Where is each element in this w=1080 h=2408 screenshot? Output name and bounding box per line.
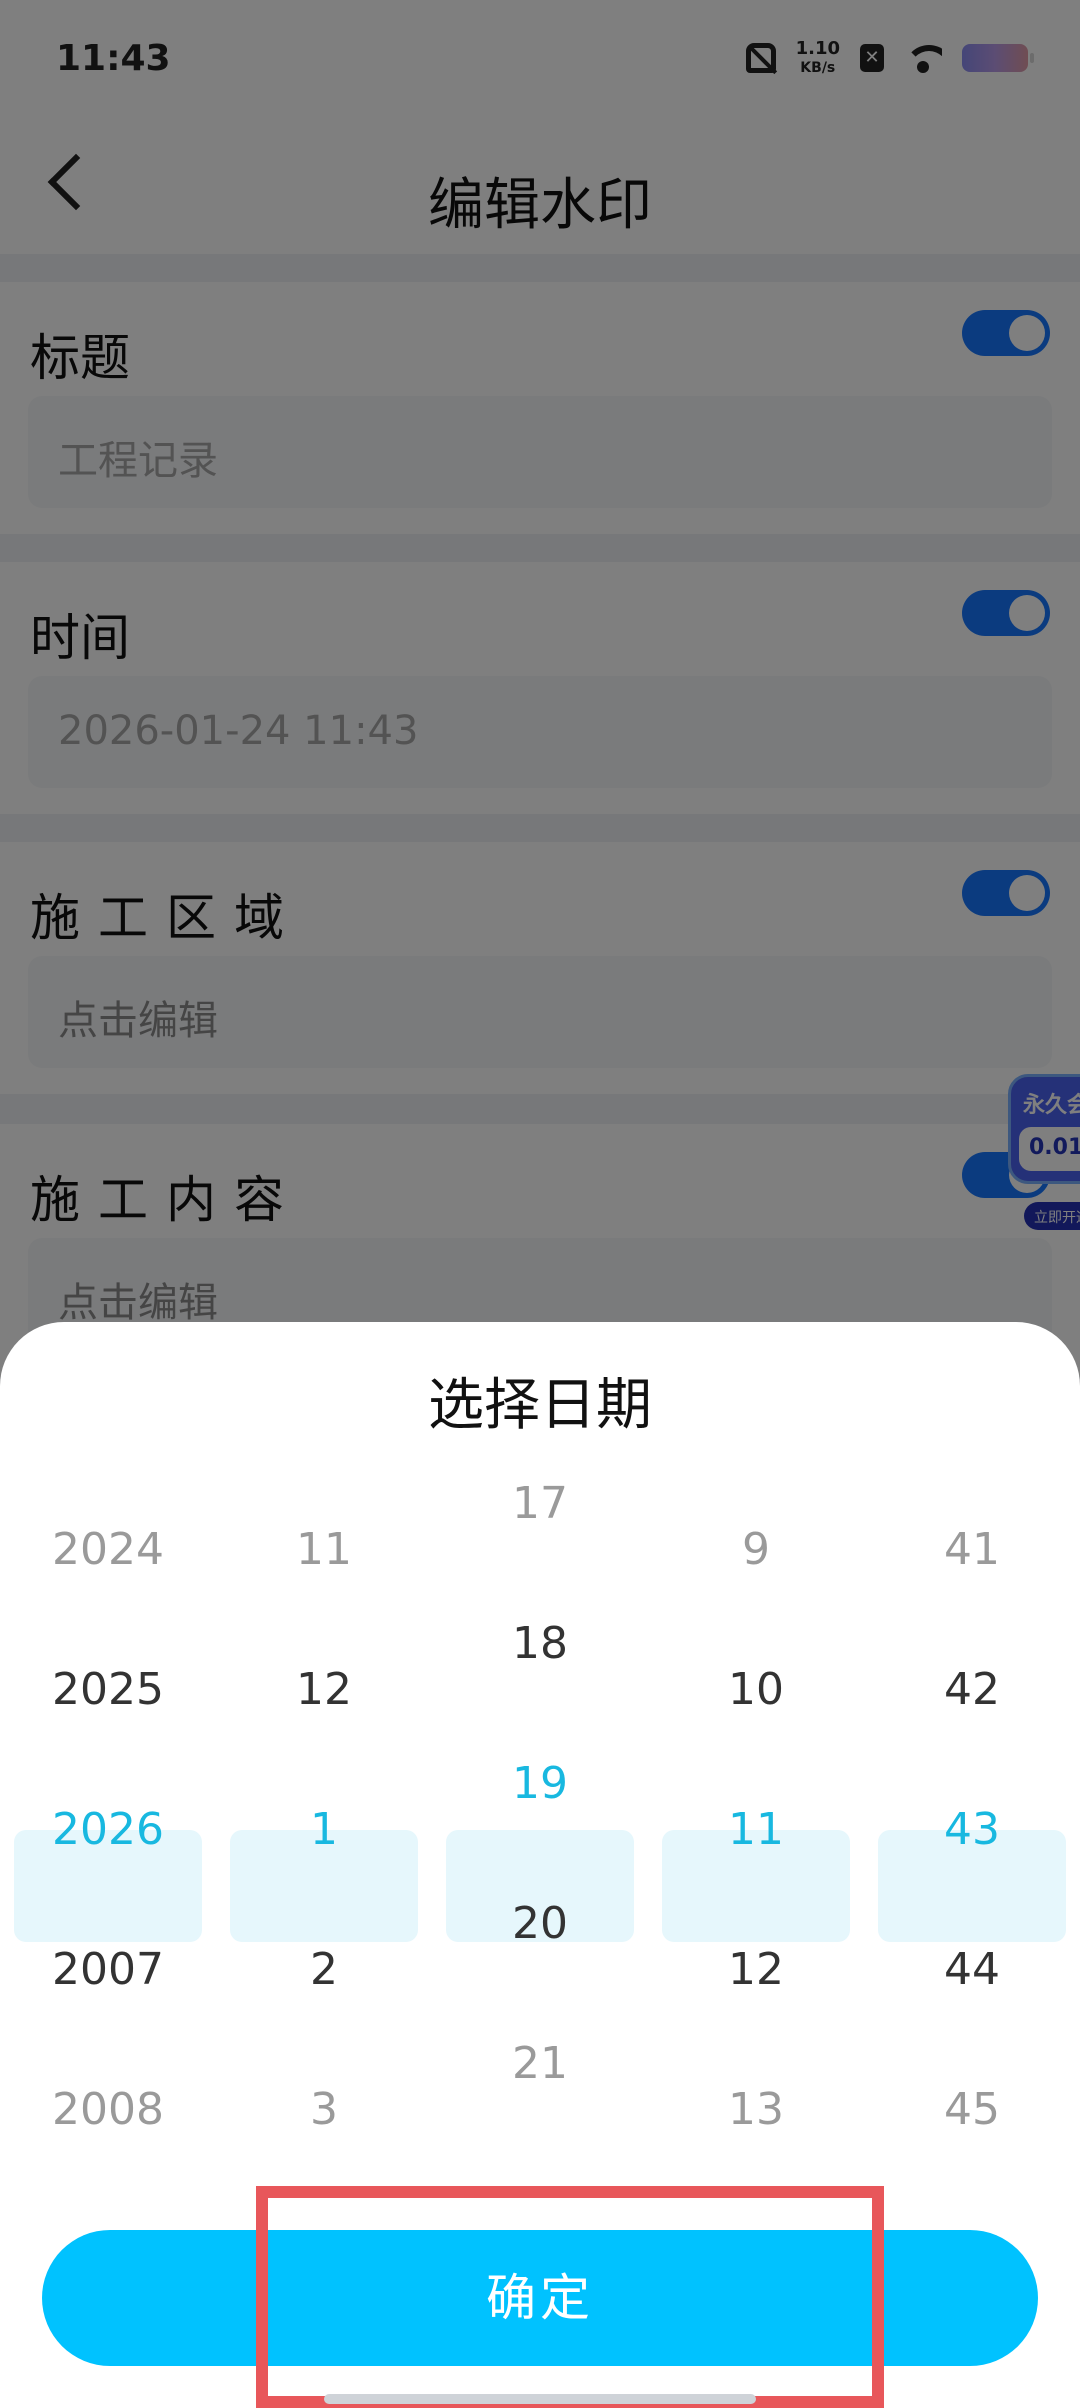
minute-item[interactable]: 41 xyxy=(878,1524,1066,1575)
confirm-highlight-box xyxy=(256,2186,884,2408)
sheet-title: 选择日期 xyxy=(428,1373,652,1438)
month-item-selected[interactable]: 1 xyxy=(230,1804,418,1855)
month-item[interactable]: 11 xyxy=(230,1524,418,1575)
hour-item[interactable]: 10 xyxy=(662,1664,850,1715)
hour-column[interactable]: 9 10 11 12 13 xyxy=(662,1432,850,2135)
minute-column[interactable]: 41 42 43 44 45 xyxy=(878,1432,1066,2135)
day-item[interactable]: 18 xyxy=(446,1618,634,1669)
day-item[interactable]: 17 xyxy=(446,1478,634,1529)
date-time-picker: 2024 2025 2026 2007 2008 11 12 1 2 3 17 … xyxy=(0,1432,1080,2135)
month-item[interactable]: 12 xyxy=(230,1664,418,1715)
year-item[interactable]: 2024 xyxy=(14,1524,202,1575)
year-item[interactable]: 2008 xyxy=(14,2084,202,2135)
minute-item[interactable]: 45 xyxy=(878,2084,1066,2135)
year-item[interactable]: 2007 xyxy=(14,1944,202,1995)
minute-item[interactable]: 42 xyxy=(878,1664,1066,1715)
month-item[interactable]: 3 xyxy=(230,2084,418,2135)
home-indicator[interactable] xyxy=(324,2394,756,2404)
hour-item-selected[interactable]: 11 xyxy=(662,1804,850,1855)
hour-item[interactable]: 13 xyxy=(662,2084,850,2135)
year-column[interactable]: 2024 2025 2026 2007 2008 xyxy=(14,1432,202,2135)
minute-item[interactable]: 44 xyxy=(878,1944,1066,1995)
year-item[interactable]: 2025 xyxy=(14,1664,202,1715)
year-item-selected[interactable]: 2026 xyxy=(14,1804,202,1855)
minute-item-selected[interactable]: 43 xyxy=(878,1804,1066,1855)
hour-item[interactable]: 9 xyxy=(662,1524,850,1575)
day-item[interactable]: 21 xyxy=(446,2038,634,2089)
hour-item[interactable]: 12 xyxy=(662,1944,850,1995)
day-item-selected[interactable]: 19 xyxy=(446,1758,634,1809)
month-column[interactable]: 11 12 1 2 3 xyxy=(230,1432,418,2135)
month-item[interactable]: 2 xyxy=(230,1944,418,1995)
day-column[interactable]: 17 18 19 20 21 xyxy=(446,1432,634,2089)
day-item[interactable]: 20 xyxy=(446,1898,634,1949)
